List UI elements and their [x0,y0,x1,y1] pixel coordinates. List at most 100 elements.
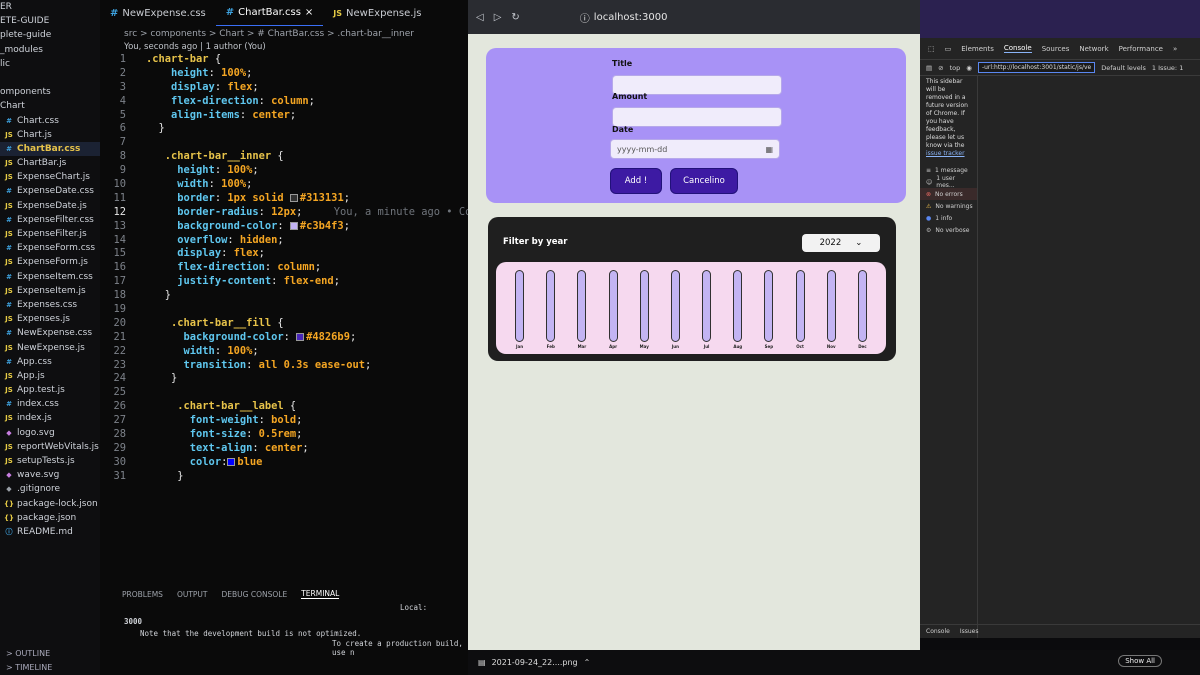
forward-icon[interactable]: ▷ [494,12,502,23]
editor-tab[interactable]: # ChartBar.css × [215,0,324,26]
console-filter-input[interactable]: -url:http://localhost:3001/static/js/ve [977,62,1096,73]
file-tree-item[interactable]: # App.css [0,355,100,369]
file-tree-item[interactable]: # ExpenseItem.css [0,270,100,284]
add-expense-button[interactable]: Add ! [610,168,662,194]
panel-tab-output[interactable]: OUTPUT [177,590,208,599]
code-token: column [271,94,309,107]
amount-input[interactable] [612,107,782,127]
device-toolbar-icon[interactable]: ▭ [945,45,952,53]
terminal-output[interactable]: Local: 3000 Note that the development bu… [100,603,468,657]
file-tree-item[interactable]: JS ExpenseFilter.js [0,227,100,241]
panel-tab-debug-console[interactable]: DEBUG CONSOLE [222,590,288,599]
error-icon: ⊗ [926,190,932,198]
date-input[interactable]: yyyy-mm-dd ▦ [610,139,780,159]
devtools-tab-console[interactable]: Console [1003,44,1032,53]
reload-icon[interactable]: ↻ [511,12,519,23]
file-tree-item[interactable]: {} package.json [0,511,100,525]
file-tree-item[interactable]: JS reportWebVitals.js [0,440,100,454]
inspect-icon[interactable]: ⬚ [928,45,935,53]
file-tree-item[interactable]: JS Chart.js [0,128,100,142]
line-number: 29 [113,441,126,454]
file-tree-item[interactable]: Chart [0,99,100,113]
more-tabs-icon[interactable]: » [1173,45,1177,53]
editor-tab[interactable]: JS NewExpense.js [323,0,431,26]
file-tree-item[interactable]: plete-guide [0,28,100,42]
file-tree-item[interactable]: JS ExpenseForm.js [0,255,100,269]
issues-badge[interactable]: 1 Issue: 1 [1152,64,1183,72]
timeline-section[interactable]: > TIMELINE [0,661,100,675]
file-tree-item[interactable]: JS App.js [0,369,100,383]
show-all-button[interactable]: Show All [1118,655,1162,667]
file-tree-item[interactable]: ⓘ README.md [0,525,100,539]
window-titlebar [920,0,1200,38]
panel-tab-problems[interactable]: PROBLEMS [122,590,163,599]
devtools-tab-network[interactable]: Network [1079,45,1108,53]
code-token: ; [252,344,259,357]
color-swatch[interactable] [289,193,298,202]
context-select[interactable]: top [950,64,961,72]
file-tree-item[interactable]: # ExpenseForm.css [0,241,100,255]
file-tree-item[interactable]: # ChartBar.css [0,141,100,157]
download-item[interactable]: ▤ 2021-09-24_22....png ⌃ [468,658,590,667]
file-tree-item[interactable]: JS ChartBar.js [0,156,100,170]
panel-tab-terminal[interactable]: TERMINAL [301,589,340,599]
color-swatch[interactable] [227,457,236,466]
code-view[interactable]: 1 .chart-bar {2 height: 100%; 3 display: f… [100,53,468,484]
console-sidebar-item[interactable]: ☺ 1 user mes... [920,175,977,189]
file-tree-item[interactable] [0,71,100,85]
editor-tab[interactable]: # NewExpense.css [100,0,216,26]
file-tree-item[interactable]: ◆ logo.svg [0,426,100,440]
color-swatch[interactable] [296,332,305,341]
eye-icon[interactable]: ◉ [966,64,972,72]
file-tree-item[interactable]: lic [0,57,100,71]
drawer-tab-issues[interactable]: Issues [960,628,979,635]
outline-section[interactable]: > OUTLINE [0,647,100,661]
sidebar-item-label: No verbose [935,226,970,234]
levels-select[interactable]: Default levels [1101,64,1146,72]
file-tree-label: README.md [17,526,73,537]
clear-console-icon[interactable]: ⊘ [938,64,943,72]
code-token: : [264,261,278,274]
file-tree-item[interactable]: ◆ wave.svg [0,468,100,482]
chevron-up-icon[interactable]: ⌃ [584,658,591,667]
terminal-note: Note that the development build is not o… [140,629,362,638]
file-tree-item[interactable]: omponents [0,85,100,99]
file-tree-item[interactable]: # ExpenseDate.css [0,184,100,198]
file-tree-item[interactable]: ETE-GUIDE [0,14,100,28]
file-tree-item[interactable]: JS App.test.js [0,383,100,397]
file-tree-item[interactable]: # Chart.css [0,114,100,128]
close-icon[interactable]: × [305,7,313,18]
drawer-tab-console[interactable]: Console [926,628,950,635]
file-tree-item[interactable]: JS ExpenseItem.js [0,284,100,298]
console-sidebar-item[interactable]: ⚠ No warnings [920,200,977,212]
issue-tracker-link[interactable]: issue tracker [926,150,965,157]
devtools-tab-sources[interactable]: Sources [1042,45,1070,53]
sidebar-toggle-icon[interactable]: ▤ [926,64,932,72]
address-bar[interactable]: ⓘ localhost:3000 [580,10,668,25]
color-swatch[interactable] [289,221,298,230]
console-sidebar-item[interactable]: ● 1 info [920,212,977,224]
file-tree-item[interactable]: JS ExpenseChart.js [0,170,100,184]
file-tree-item[interactable]: _modules [0,43,100,57]
file-tree-item[interactable]: JS ExpenseDate.js [0,199,100,213]
file-tree-item[interactable]: ER [0,0,100,14]
file-tree-item[interactable]: JS setupTests.js [0,454,100,468]
file-tree-item[interactable]: # ExpenseFilter.css [0,213,100,227]
file-tree-item[interactable]: # index.css [0,397,100,411]
file-tree-item[interactable]: # NewExpense.css [0,326,100,340]
console-sidebar-item[interactable]: ⚙ No verbose [920,224,977,236]
back-icon[interactable]: ◁ [476,12,484,23]
calendar-icon[interactable]: ▦ [765,140,773,158]
site-info-icon[interactable]: ⓘ [580,10,590,25]
devtools-tab-performance[interactable]: Performance [1119,45,1163,53]
file-tree-item[interactable]: {} package-lock.json [0,497,100,511]
cancel-button[interactable]: Cancelino [670,168,738,194]
file-tree-item[interactable]: JS NewExpense.js [0,341,100,355]
devtools-tab-elements[interactable]: Elements [961,45,994,53]
year-select[interactable]: 2022 ⌄ [802,234,880,252]
file-tree-item[interactable]: ◆ .gitignore [0,482,100,496]
console-sidebar-item[interactable]: ⊗ No errors [920,188,977,200]
file-tree-item[interactable]: JS Expenses.js [0,312,100,326]
file-tree-item[interactable]: JS index.js [0,411,100,425]
file-tree-item[interactable]: # Expenses.css [0,298,100,312]
